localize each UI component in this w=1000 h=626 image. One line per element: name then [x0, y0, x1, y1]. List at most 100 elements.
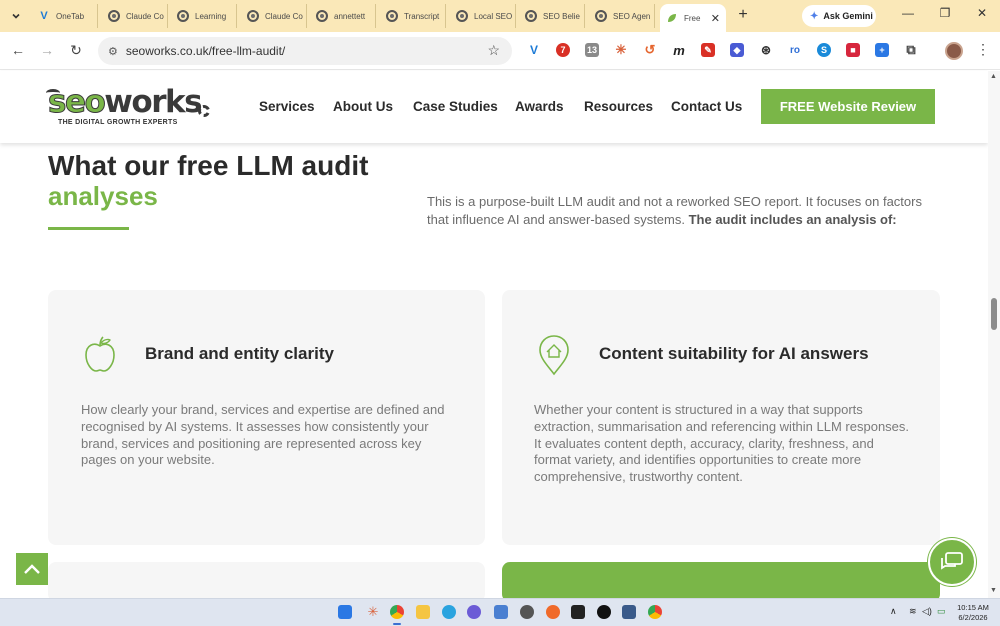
tab-label: Transcript [404, 11, 440, 21]
ask-gemini-button[interactable]: ✦ Ask Gemini [802, 5, 876, 27]
copilot-icon[interactable] [467, 605, 481, 619]
windows-start-icon[interactable] [338, 605, 352, 619]
site-header: seoworks THE DIGITAL GROWTH EXPERTS Serv… [0, 71, 988, 143]
page-scrollbar[interactable]: ▲ ▼ [988, 71, 1000, 598]
tab-learning[interactable]: Learning [171, 4, 237, 28]
openai-extension-icon[interactable]: ⊛ [759, 43, 773, 57]
globe-icon [108, 10, 120, 22]
section-title-accent: analyses [48, 181, 158, 211]
puzzle-extensions-icon[interactable]: ⧉ [904, 42, 918, 57]
card-title: Content suitability for AI answers [599, 344, 869, 363]
file-explorer-icon[interactable] [416, 605, 430, 619]
site-info-icon[interactable]: ⚙ [108, 45, 118, 58]
globe-icon [177, 10, 189, 22]
nav-services[interactable]: Services [259, 99, 315, 114]
tab-label: Learning [195, 11, 227, 21]
tab-transcript[interactable]: Transcript [380, 4, 446, 28]
tab-claude-2[interactable]: Claude Co [241, 4, 307, 28]
nav-resources[interactable]: Resources [584, 99, 653, 114]
tab-local-seo[interactable]: Local SEO [450, 4, 516, 28]
ro-extension-icon[interactable]: ro [788, 43, 802, 57]
profile-avatar[interactable] [945, 42, 963, 60]
red-square-extension-icon[interactable]: ■ [846, 43, 860, 57]
back-to-top-button[interactable] [16, 553, 48, 585]
bug-app-icon[interactable] [520, 605, 534, 619]
wifi-icon[interactable]: ≋ [909, 606, 917, 617]
claude-extension-icon[interactable]: ✳ [614, 42, 628, 57]
blue-extension-icon[interactable]: ◆ [730, 43, 744, 57]
orange-extension-icon[interactable]: ↺ [643, 42, 657, 57]
nav-about-us[interactable]: About Us [333, 99, 393, 114]
new-tab-button[interactable]: + [734, 6, 752, 24]
plus-extension-icon[interactable]: + [875, 43, 889, 57]
chrome-icon[interactable] [390, 605, 404, 619]
address-bar[interactable]: ⚙ seoworks.co.uk/free-llm-audit/ ☆ [98, 37, 512, 65]
reload-icon[interactable]: ↻ [67, 42, 85, 59]
tab-seo-belie[interactable]: SEO Belie [519, 4, 585, 28]
system-clock[interactable]: 10:15 AM 6/2/2026 [950, 603, 996, 623]
location-home-icon [537, 334, 571, 381]
tab-label: SEO Agen [613, 11, 651, 21]
tab-label: Free [684, 13, 701, 23]
tray-chevron-icon[interactable]: ∧ [890, 606, 897, 617]
volume-icon[interactable]: ◁) [922, 606, 932, 617]
terminal-icon[interactable] [571, 605, 585, 619]
tab-search-button[interactable] [6, 7, 26, 25]
tab-seo-agen[interactable]: SEO Agen [589, 4, 655, 28]
apple-icon [82, 336, 118, 379]
v-icon: V [40, 10, 48, 22]
free-website-review-button[interactable]: FREE Website Review [761, 89, 935, 124]
tab-active-free[interactable]: Free ✕ [660, 4, 726, 32]
extension-badge: 13 [586, 45, 597, 55]
logo-swoosh-icon [46, 89, 60, 97]
browser-toolbar: ← → ↻ ⚙ seoworks.co.uk/free-llm-audit/ ☆… [0, 32, 1000, 70]
skype-extension-icon[interactable]: S [817, 43, 831, 57]
tab-strip: V OneTab Claude Co Learning Claude Co an… [0, 0, 1000, 32]
telegram-icon[interactable] [442, 605, 456, 619]
bookmark-star-icon[interactable]: ☆ [487, 42, 500, 59]
scrollbar-thumb[interactable] [991, 298, 997, 330]
minimize-button[interactable]: — [898, 6, 918, 20]
globe-icon [595, 10, 607, 22]
battery-icon[interactable]: ▭ [937, 606, 946, 617]
restore-button[interactable]: ❐ [935, 6, 955, 20]
claude-app-icon[interactable]: ✳ [366, 605, 380, 619]
back-arrow-icon[interactable]: ← [9, 42, 27, 58]
home-extension-icon[interactable]: 13 [585, 43, 599, 57]
chat-widget-button[interactable] [928, 538, 976, 586]
extension-red-icon[interactable]: 7 [556, 43, 570, 57]
gemini-sparkle-icon: ✦ [810, 10, 819, 22]
nav-awards[interactable]: Awards [515, 99, 564, 114]
chevron-up-icon [24, 564, 40, 574]
media-player-icon[interactable] [597, 605, 611, 619]
forward-arrow-icon[interactable]: → [38, 42, 56, 58]
nav-contact-us[interactable]: Contact Us [671, 99, 742, 114]
section-title: What our free LLM audit [48, 150, 369, 181]
intro-paragraph: This is a purpose-built LLM audit and no… [427, 193, 947, 229]
menu-kebab-icon[interactable]: ⋮ [976, 41, 990, 58]
clock-date: 6/2/2026 [958, 613, 988, 622]
tab-label: Claude Co [265, 11, 303, 21]
pdf-extension-icon[interactable]: ✎ [701, 43, 715, 57]
globe-icon [386, 10, 398, 22]
tab-claude-1[interactable]: Claude Co [102, 4, 168, 28]
intro-bold: The audit includes an analysis of: [688, 212, 897, 227]
close-tab-icon[interactable]: ✕ [711, 12, 720, 25]
notepad-icon[interactable] [494, 605, 508, 619]
seoworks-logo[interactable]: seoworks THE DIGITAL GROWTH EXPERTS [46, 86, 210, 126]
scroll-down-arrow-icon[interactable]: ▼ [990, 587, 997, 594]
nav-case-studies[interactable]: Case Studies [413, 99, 498, 114]
tab-label: annettett [334, 11, 366, 21]
tab-onetab[interactable]: V OneTab [32, 4, 98, 28]
close-window-button[interactable]: ✕ [972, 6, 992, 20]
app-window-icon[interactable] [622, 605, 636, 619]
card-next-right [502, 562, 940, 602]
tab-annettett[interactable]: annettett [310, 4, 376, 28]
seoworks-leaf-icon [666, 12, 678, 24]
firefox-icon[interactable] [546, 605, 560, 619]
scroll-up-arrow-icon[interactable]: ▲ [990, 73, 997, 80]
m-extension-icon[interactable]: m [672, 43, 686, 58]
v-extension-icon[interactable]: V [527, 43, 541, 57]
tab-label: SEO Belie [543, 11, 580, 21]
chrome-profile-icon[interactable] [648, 605, 662, 619]
